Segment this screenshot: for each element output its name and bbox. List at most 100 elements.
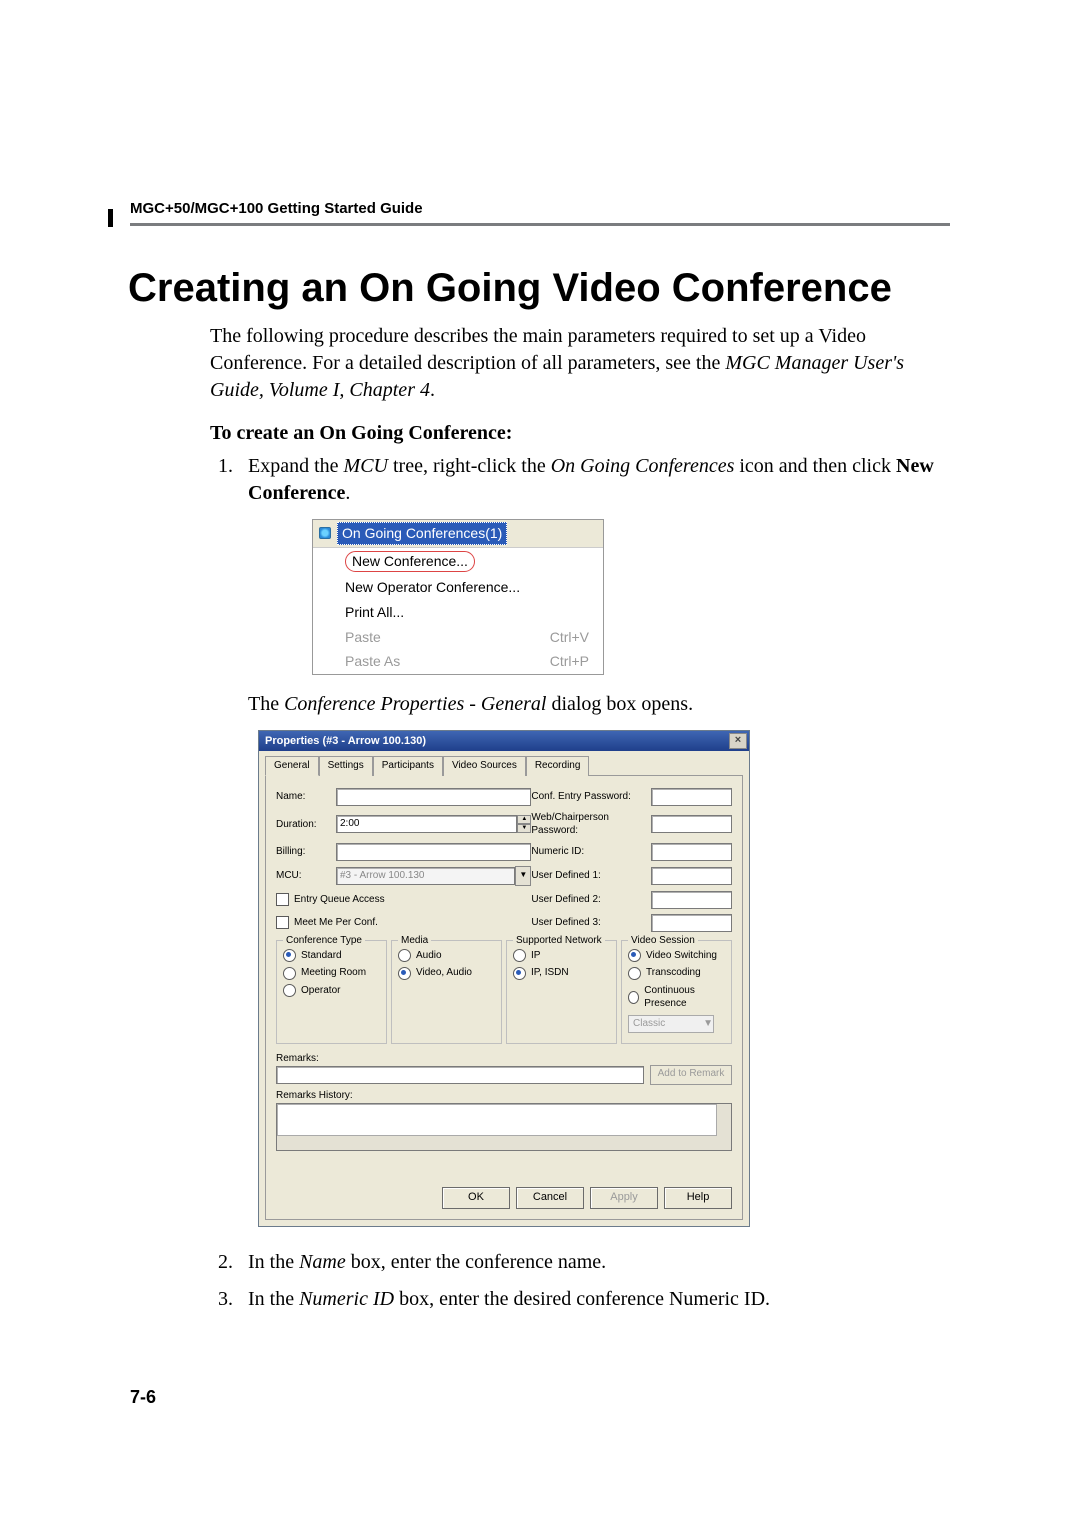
meet-me-label: Meet Me Per Conf. — [294, 916, 378, 930]
remarks-row: Add to Remark — [276, 1065, 732, 1085]
radio-meeting-room[interactable] — [283, 967, 296, 980]
ctx-paste-as: Paste As Ctrl+P — [313, 649, 603, 674]
tab-video-sources[interactable]: Video Sources — [443, 756, 526, 776]
remarks-history[interactable] — [276, 1103, 732, 1151]
radio-video-audio[interactable] — [398, 967, 411, 980]
step1-c: tree, right-click the — [388, 455, 551, 477]
radio-continuous[interactable] — [628, 991, 639, 1004]
change-bar — [108, 209, 113, 227]
intro-paragraph: The following procedure describes the ma… — [210, 323, 950, 404]
ctx-new-conference[interactable]: New Conference... — [313, 548, 603, 575]
billing-field[interactable] — [336, 843, 531, 861]
web-pwd-label: Web/Chairperson Password: — [531, 811, 651, 838]
ctx-pasteas-shortcut: Ctrl+P — [550, 652, 589, 671]
ud1-label: User Defined 1: — [531, 869, 651, 883]
radio-transcoding[interactable] — [628, 967, 641, 980]
radio-audio[interactable] — [398, 949, 411, 962]
chevron-down-icon[interactable]: ▼ — [515, 866, 531, 886]
ctx-paste: Paste Ctrl+V — [313, 625, 603, 650]
ctx-new-operator-conference[interactable]: New Operator Conference... — [313, 575, 603, 600]
apply-button: Apply — [590, 1187, 658, 1209]
opt-audio: Audio — [416, 949, 442, 963]
ud2-field[interactable] — [651, 891, 732, 909]
step3-b: Numeric ID — [299, 1288, 394, 1310]
caption-dialog-opens: The Conference Properties - General dial… — [248, 691, 950, 718]
ctx-new-conference-label: New Conference... — [345, 551, 475, 572]
context-menu-figure: On Going Conferences(1) New Conference..… — [312, 519, 604, 675]
tab-general[interactable]: General — [265, 756, 319, 776]
mcu-label: MCU: — [276, 869, 336, 883]
meet-me-checkbox[interactable] — [276, 916, 289, 929]
opt-meeting-room: Meeting Room — [301, 966, 366, 980]
opt-transcoding: Transcoding — [646, 966, 701, 980]
close-icon[interactable]: × — [729, 733, 747, 749]
scrollbar-horizontal[interactable] — [277, 1135, 717, 1150]
duration-field[interactable]: 2:00 — [336, 815, 517, 833]
network-title: Supported Network — [513, 934, 605, 948]
intro-line1: The following procedure describes the ma… — [210, 325, 814, 347]
procedure-steps: Expand the MCU tree, right-click the On … — [210, 453, 950, 1313]
tree-node-row: On Going Conferences(1) — [313, 520, 603, 547]
opt-video-switching: Video Switching — [646, 949, 717, 963]
ud1-field[interactable] — [651, 867, 732, 885]
duration-spinner[interactable]: ▲▼ — [517, 815, 531, 833]
conf-entry-pwd-label: Conf. Entry Password: — [531, 790, 651, 804]
network-group: Supported Network IP IP, ISDN — [506, 940, 617, 1044]
ud3-field[interactable] — [651, 914, 732, 932]
video-session-group: Video Session Video Switching Transcodin… — [621, 940, 732, 1044]
remarks-field[interactable] — [276, 1066, 644, 1084]
entry-queue-checkbox[interactable] — [276, 893, 289, 906]
radio-video-switching[interactable] — [628, 949, 641, 962]
conf-entry-pwd-field[interactable] — [651, 788, 732, 806]
dialog-titlebar: Properties (#3 - Arrow 100.130) × — [259, 731, 749, 751]
step2-c: box, enter the conference name. — [346, 1251, 606, 1273]
tree-node-label[interactable]: On Going Conferences(1) — [337, 522, 507, 545]
step1-g: . — [345, 482, 350, 504]
mcu-field[interactable]: #3 - Arrow 100.130 — [336, 867, 515, 885]
ud3-label: User Defined 3: — [531, 916, 651, 930]
web-pwd-field[interactable] — [651, 815, 732, 833]
radio-ip-isdn[interactable] — [513, 967, 526, 980]
document-page: MGC+50/MGC+100 Getting Started Guide Cre… — [0, 0, 1080, 1313]
opt-video-audio: Video, Audio — [416, 966, 472, 980]
step1-a: Expand the — [248, 455, 344, 477]
opt-standard: Standard — [301, 949, 342, 963]
chevron-down-icon: ▼ — [703, 1017, 713, 1031]
step-1: Expand the MCU tree, right-click the On … — [238, 453, 950, 1227]
tab-recording[interactable]: Recording — [526, 756, 590, 776]
add-to-remark-button: Add to Remark — [650, 1065, 732, 1085]
dialog-tabs: General Settings Participants Video Sour… — [259, 751, 749, 775]
ctx-paste-label: Paste — [345, 628, 381, 647]
body-content: The following procedure describes the ma… — [210, 323, 950, 1313]
radio-operator[interactable] — [283, 984, 296, 997]
entry-queue-label: Entry Queue Access — [294, 893, 385, 907]
name-field[interactable] — [336, 788, 531, 806]
radio-standard[interactable] — [283, 949, 296, 962]
ok-button[interactable]: OK — [442, 1187, 510, 1209]
running-header: MGC+50/MGC+100 Getting Started Guide — [130, 200, 950, 226]
step-2: In the Name box, enter the conference na… — [238, 1249, 950, 1276]
page-number: 7-6 — [130, 1387, 156, 1408]
properties-dialog: Properties (#3 - Arrow 100.130) × Genera… — [258, 730, 750, 1227]
numeric-id-field[interactable] — [651, 843, 732, 861]
cap1-a: The — [248, 693, 284, 715]
billing-label: Billing: — [276, 845, 336, 859]
step1-d: On Going Conferences — [551, 455, 735, 477]
tab-participants[interactable]: Participants — [373, 756, 443, 776]
history-label: Remarks History: — [276, 1089, 732, 1103]
scrollbar-vertical[interactable] — [716, 1104, 731, 1150]
duration-label: Duration: — [276, 818, 336, 832]
procedure-subhead: To create an On Going Conference: — [210, 420, 950, 447]
tab-settings[interactable]: Settings — [319, 756, 373, 776]
conference-type-group: Conference Type Standard Meeting Room Op… — [276, 940, 387, 1044]
numeric-id-label: Numeric ID: — [531, 845, 651, 859]
ctx-print-all[interactable]: Print All... — [313, 600, 603, 625]
help-button[interactable]: Help — [664, 1187, 732, 1209]
cancel-button[interactable]: Cancel — [516, 1187, 584, 1209]
context-menu: New Conference... New Operator Conferenc… — [313, 547, 603, 674]
dialog-button-row: OK Cancel Apply Help — [276, 1187, 732, 1209]
radio-ip[interactable] — [513, 949, 526, 962]
media-group: Media Audio Video, Audio — [391, 940, 502, 1044]
ctx-pasteas-label: Paste As — [345, 652, 400, 671]
opt-ip: IP — [531, 949, 540, 963]
